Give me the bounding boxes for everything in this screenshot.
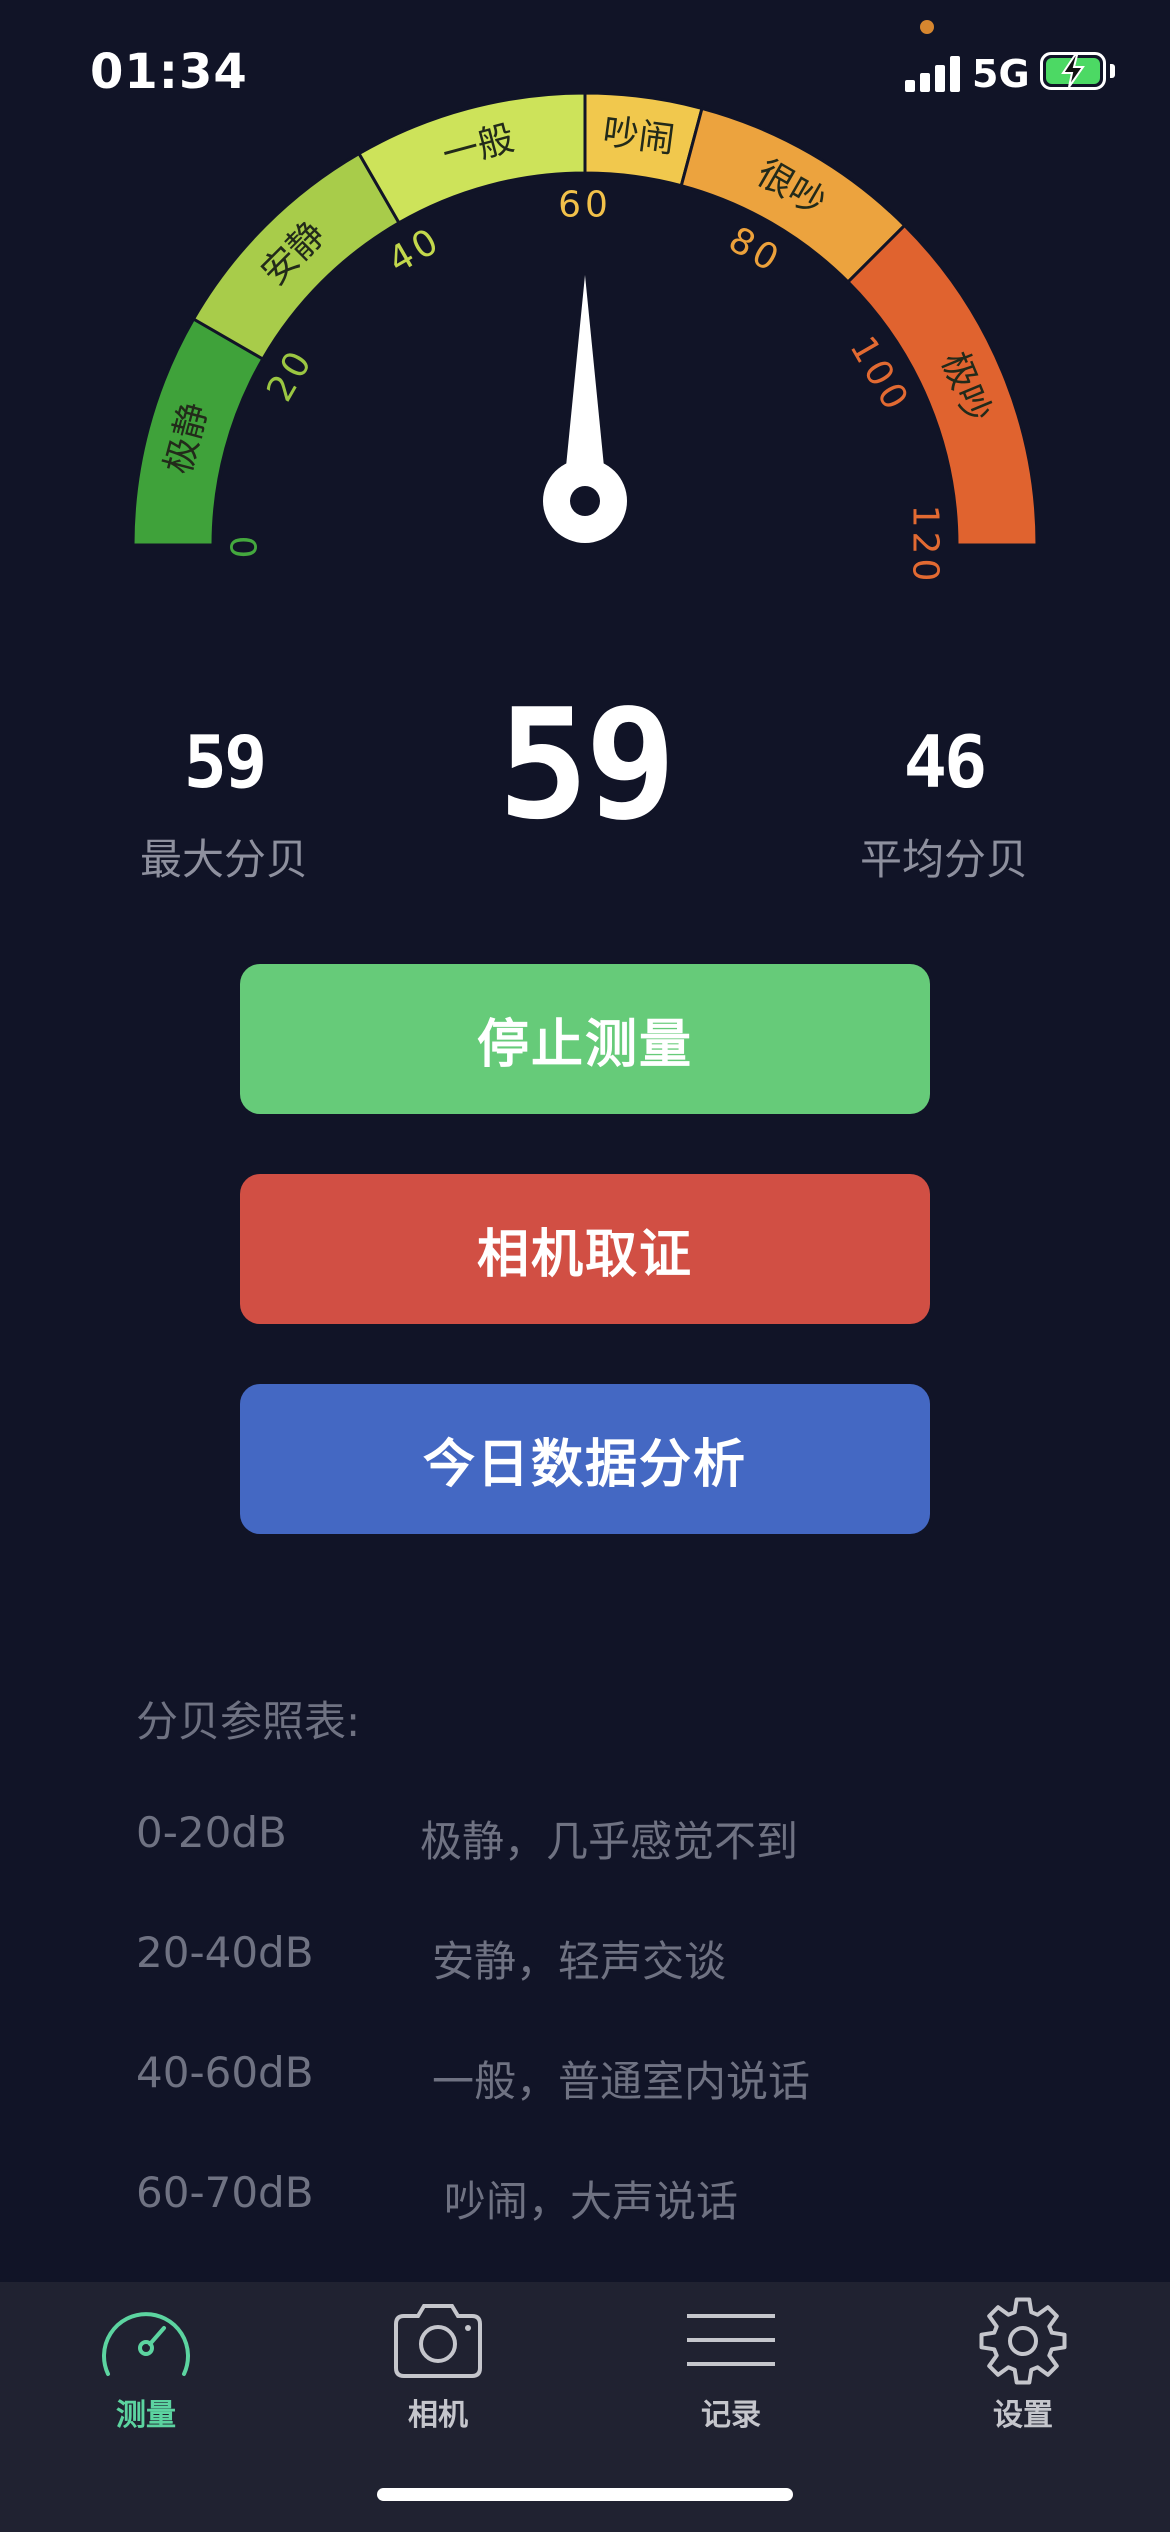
tab-label: 设置 <box>993 2398 1053 2433</box>
reference-range: 40-60dB <box>136 2048 314 2097</box>
average-decibel-value: 46 <box>903 720 988 804</box>
tab-measure[interactable]: 测量 <box>56 2296 236 2446</box>
home-indicator <box>377 2488 793 2501</box>
tab-settings[interactable]: 设置 <box>933 2296 1113 2446</box>
reference-table-title: 分贝参照表: <box>136 1697 361 1746</box>
reference-description: 极静，几乎感觉不到 <box>420 1817 799 1866</box>
gear-icon <box>979 2297 1067 2385</box>
today-analysis-button[interactable]: 今日数据分析 <box>240 1384 930 1534</box>
decibel-gauge: 极静安静一般 吵闹很吵极吵 020406080100120 <box>131 91 1039 586</box>
reference-range: 0-20dB <box>136 1808 287 1857</box>
max-decibel-stat: 59 最大分贝 <box>104 720 344 887</box>
camera-icon <box>394 2304 482 2378</box>
reference-range: 60-70dB <box>136 2168 314 2217</box>
needle-hub-hole <box>570 486 600 516</box>
list-icon <box>687 2314 775 2366</box>
max-decibel-label: 最大分贝 <box>139 835 308 884</box>
average-decibel-label: 平均分贝 <box>859 835 1028 884</box>
tab-label: 测量 <box>116 2398 176 2433</box>
gear-outline <box>979 2297 1067 2385</box>
tab-camera[interactable]: 相机 <box>348 2296 528 2446</box>
gauge-needle <box>543 275 627 543</box>
stop-measure-button[interactable]: 停止测量 <box>240 964 930 1114</box>
tab-records[interactable]: 记录 <box>641 2296 821 2446</box>
reference-description: 安静，轻声交谈 <box>432 1937 727 1986</box>
gauge-tick-label: 120 <box>905 505 946 586</box>
camera-evidence-button[interactable]: 相机取证 <box>240 1174 930 1324</box>
tab-label: 相机 <box>408 2398 468 2433</box>
gauge-tick-label: 60 <box>558 185 612 226</box>
reference-range: 20-40dB <box>136 1928 314 1977</box>
gauge-tick-label: 0 <box>225 532 266 559</box>
average-decibel-stat: 46 平均分贝 <box>824 720 1064 887</box>
reference-description: 一般，普通室内说话 <box>432 2057 811 2106</box>
current-decibel-value: 59 <box>497 676 676 853</box>
gauge-icon <box>102 2312 190 2376</box>
tab-label: 记录 <box>701 2398 761 2433</box>
reference-description: 吵闹，大声说话 <box>444 2177 739 2226</box>
max-decibel-value: 59 <box>183 720 268 804</box>
